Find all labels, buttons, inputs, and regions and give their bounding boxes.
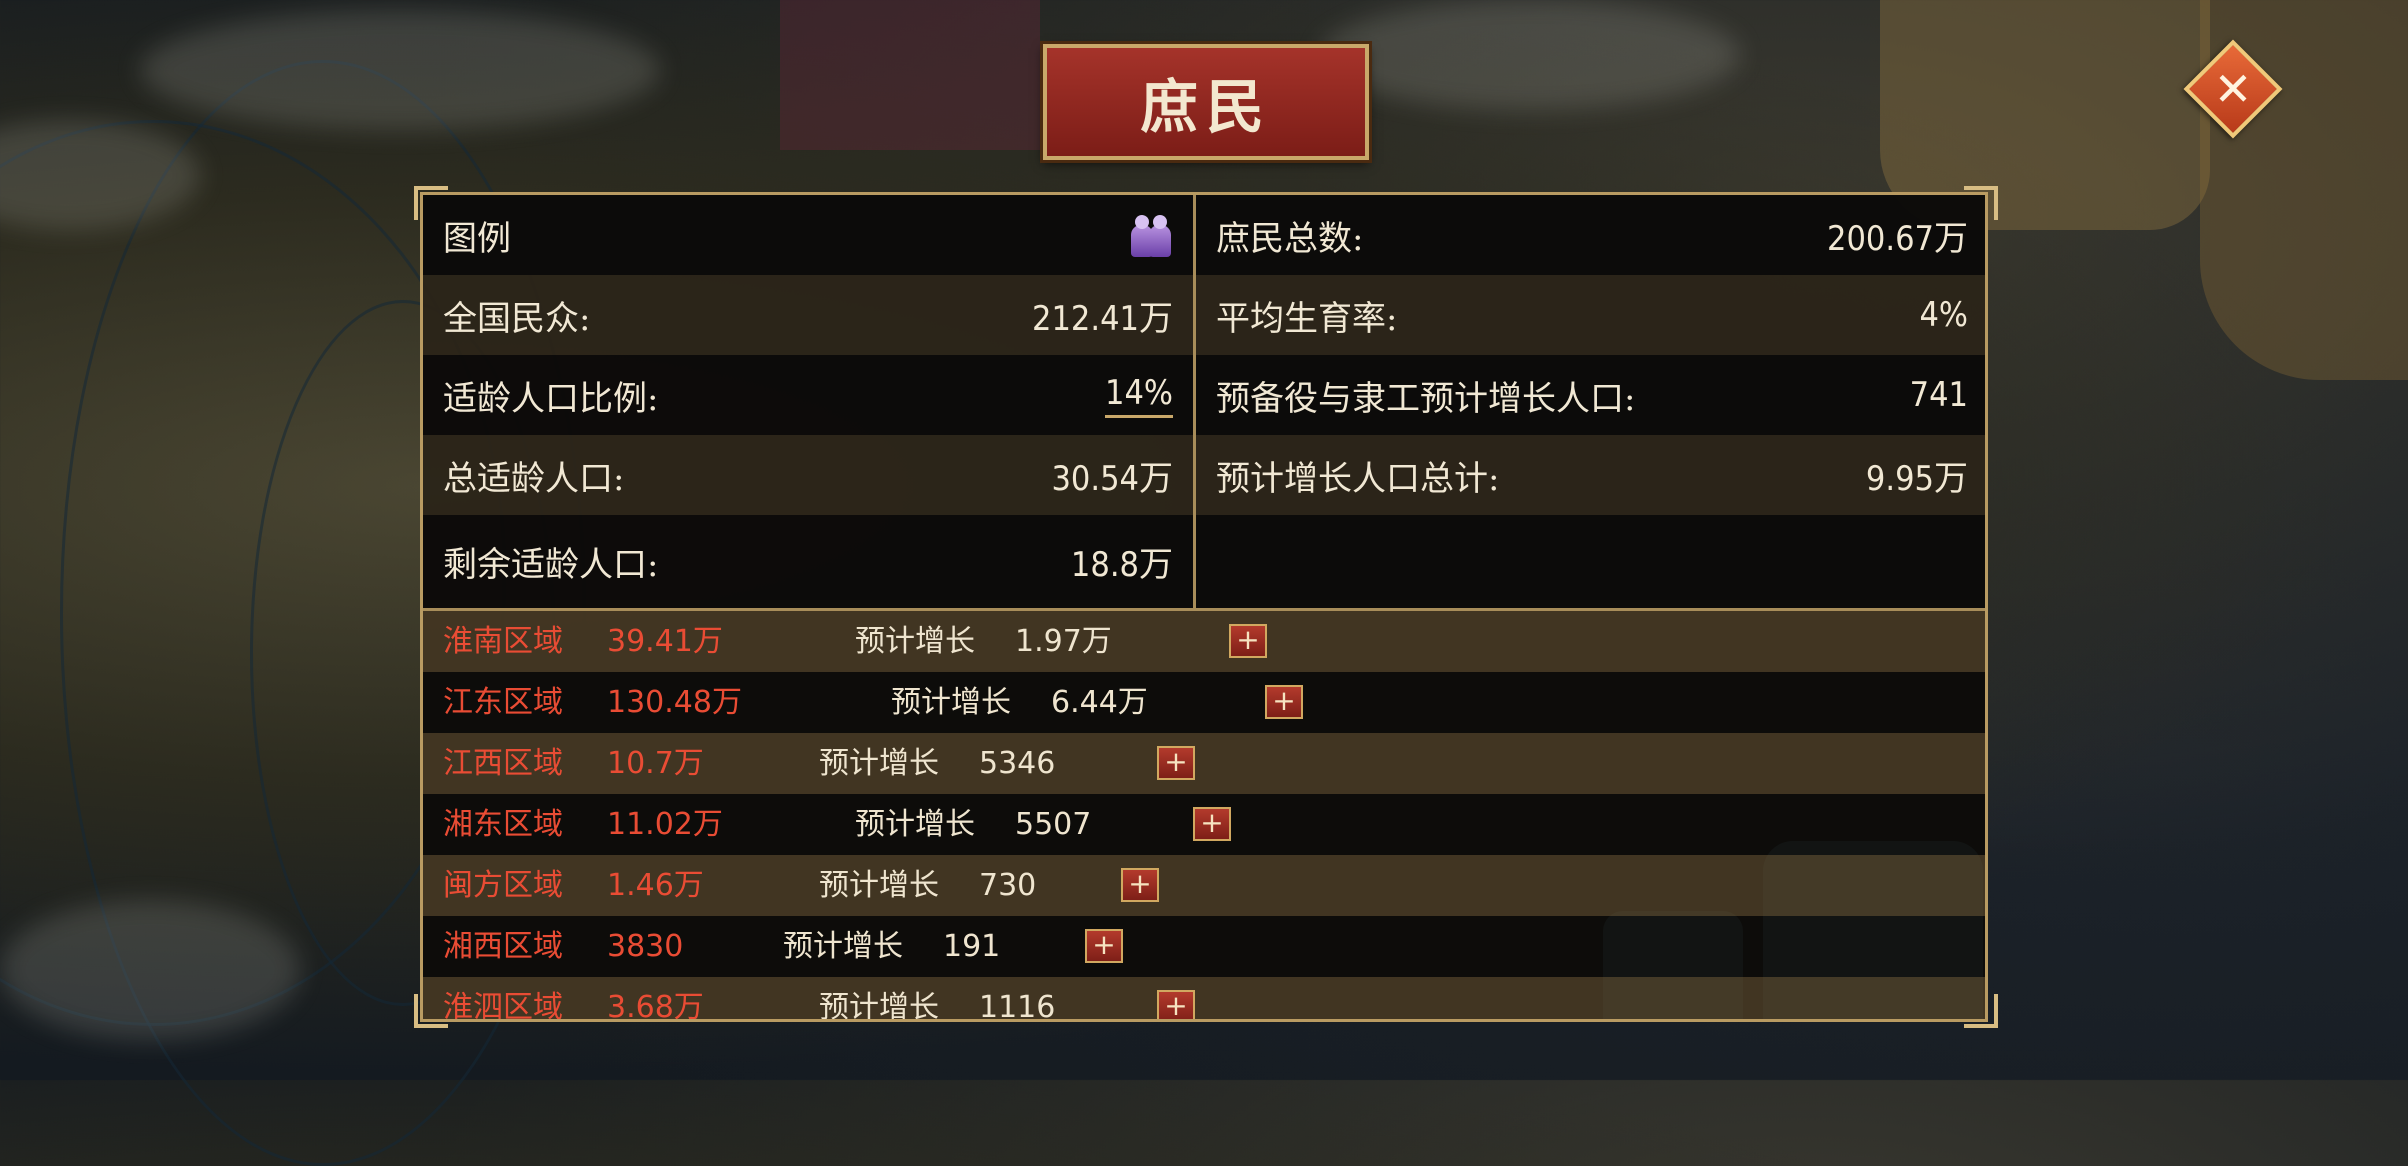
remaining-eligible-value: 18.8万	[1070, 545, 1173, 585]
region-growth-label: 预计增长	[819, 746, 939, 781]
region-row: 江东区域 130.48万 预计增长 6.44万 +	[423, 672, 1985, 733]
age-ratio-label: 适龄人口比例:	[443, 378, 659, 419]
national-population-row: 全国民众: 212.41万	[423, 275, 1193, 355]
region-name: 闽方区域	[443, 868, 563, 903]
region-population: 130.48万	[607, 685, 742, 720]
stats-section: 图例 全国民众: 212.41万 适龄人口比例: 14% 总适龄人口: 30.5…	[423, 195, 1985, 608]
region-name: 淮泗区域	[443, 990, 563, 1022]
commoners-total-value: 200.67万	[1827, 218, 1968, 259]
panel-corner-ornament	[414, 186, 448, 220]
panel-corner-ornament	[414, 994, 448, 1028]
region-population: 11.02万	[607, 807, 723, 842]
reserve-growth-label: 预备役与隶工预计增长人口:	[1216, 378, 1636, 419]
region-add-button[interactable]: +	[1157, 746, 1195, 780]
region-population: 3.68万	[607, 990, 704, 1022]
region-growth-value: 191	[943, 929, 1001, 964]
national-population-label: 全国民众:	[443, 298, 591, 339]
legend-label: 图例	[443, 218, 511, 259]
region-add-button[interactable]: +	[1193, 807, 1231, 841]
commoners-total-row: 庶民总数: 200.67万	[1196, 195, 1985, 275]
region-row: 江西区域 10.7万 预计增长 5346 +	[423, 733, 1985, 794]
region-growth-value: 1.97万	[1015, 624, 1112, 659]
region-add-button[interactable]: +	[1085, 929, 1123, 963]
region-growth-label: 预计增长	[819, 990, 939, 1022]
region-growth-value: 730	[979, 868, 1037, 903]
total-growth-row: 预计增长人口总计: 9.95万	[1196, 435, 1985, 515]
region-growth-value: 1116	[979, 990, 1056, 1022]
region-row: 湘西区域 3830 预计增长 191 +	[423, 916, 1985, 977]
region-growth-label: 预计增长	[855, 624, 975, 659]
region-population: 1.46万	[607, 868, 704, 903]
remaining-eligible-row: 剩余适龄人口: 18.8万	[423, 515, 1193, 608]
total-eligible-value: 30.54万	[1051, 458, 1173, 499]
age-ratio-value[interactable]: 14%	[1105, 373, 1173, 418]
region-list[interactable]: 淮南区域 39.41万 预计增长 1.97万 + 江东区域 130.48万 预计…	[423, 611, 1985, 1022]
population-panel: 图例 全国民众: 212.41万 适龄人口比例: 14% 总适龄人口: 30.5…	[420, 192, 1988, 1022]
total-eligible-label: 总适龄人口:	[443, 458, 625, 499]
birth-rate-value: 4%	[1919, 295, 1968, 335]
page-title: 庶民	[1139, 73, 1272, 141]
total-eligible-row: 总适龄人口: 30.54万	[423, 435, 1193, 515]
region-name: 湘东区域	[443, 807, 563, 842]
birth-rate-label: 平均生育率:	[1216, 298, 1398, 339]
remaining-eligible-label: 剩余适龄人口:	[443, 545, 659, 585]
legend-row: 图例	[423, 195, 1193, 275]
region-add-button[interactable]: +	[1121, 868, 1159, 902]
region-row: 淮泗区域 3.68万 预计增长 1116 +	[423, 977, 1985, 1022]
region-name: 江西区域	[443, 746, 563, 781]
region-population: 39.41万	[607, 624, 723, 659]
panel-corner-ornament	[1964, 994, 1998, 1028]
region-row: 湘东区域 11.02万 预计增长 5507 +	[423, 794, 1985, 855]
empty-stat-row	[1196, 515, 1985, 608]
region-add-button[interactable]: +	[1229, 624, 1267, 658]
region-population: 10.7万	[607, 746, 704, 781]
region-growth-label: 预计增长	[855, 807, 975, 842]
region-row: 闽方区域 1.46万 预计增长 730 +	[423, 855, 1985, 916]
commoners-total-label: 庶民总数:	[1216, 218, 1364, 259]
close-x-icon: ✕	[2213, 62, 2253, 116]
region-name: 淮南区域	[443, 624, 563, 659]
region-growth-label: 预计增长	[783, 929, 903, 964]
panel-corner-ornament	[1964, 186, 1998, 220]
title-plate: 庶民	[1043, 44, 1369, 160]
region-name: 江东区域	[443, 685, 563, 720]
region-add-button[interactable]: +	[1157, 990, 1195, 1019]
reserve-growth-value: 741	[1909, 375, 1968, 415]
region-growth-value: 5507	[1015, 807, 1092, 842]
national-population-value: 212.41万	[1032, 298, 1173, 339]
region-row: 淮南区域 39.41万 预计增长 1.97万 +	[423, 611, 1985, 672]
total-growth-label: 预计增长人口总计:	[1216, 458, 1500, 499]
region-add-button[interactable]: +	[1265, 685, 1303, 719]
birth-rate-row: 平均生育率: 4%	[1196, 275, 1985, 355]
region-population: 3830	[607, 929, 684, 964]
reserve-growth-row: 预备役与隶工预计增长人口: 741	[1196, 355, 1985, 435]
region-growth-label: 预计增长	[891, 685, 1011, 720]
region-name: 湘西区域	[443, 929, 563, 964]
total-growth-value: 9.95万	[1865, 458, 1968, 499]
region-growth-label: 预计增长	[819, 868, 939, 903]
close-button[interactable]: ✕	[2183, 39, 2283, 139]
age-ratio-row: 适龄人口比例: 14%	[423, 355, 1193, 435]
region-growth-value: 6.44万	[1051, 685, 1148, 720]
region-growth-value: 5346	[979, 746, 1056, 781]
population-figures-icon	[1129, 213, 1173, 257]
